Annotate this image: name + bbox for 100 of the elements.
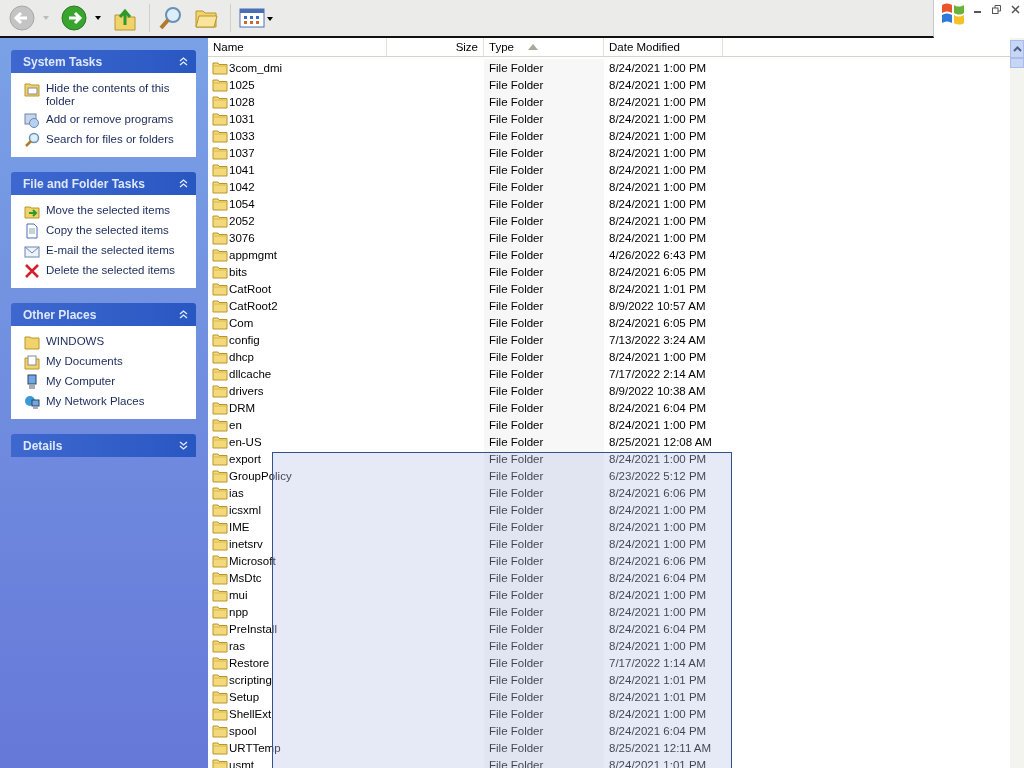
panel-title: File and Folder Tasks (23, 176, 145, 191)
date-modified: 7/17/2022 2:14 AM (609, 367, 706, 380)
folder-icon (212, 145, 228, 160)
file-name[interactable]: MsDtc (229, 571, 262, 584)
file-name[interactable]: Setup (229, 690, 260, 703)
date-modified: 8/24/2021 1:01 PM (609, 758, 707, 768)
task-link[interactable]: Hide the contents of this folder (46, 81, 189, 108)
caret-icon[interactable] (95, 16, 101, 20)
folder-icon (212, 621, 228, 636)
file-type: File Folder (489, 248, 544, 261)
task-link[interactable]: WINDOWS (46, 334, 105, 348)
column-header[interactable]: Date Modified (604, 38, 723, 56)
magnifier-icon (24, 132, 40, 148)
file-name[interactable]: ias (229, 486, 244, 499)
file-name[interactable]: CatRoot (229, 282, 272, 295)
file-name[interactable]: config (229, 333, 260, 346)
folder-icon (212, 587, 228, 602)
date-modified: 8/24/2021 1:00 PM (609, 112, 707, 125)
file-name[interactable]: 1025 (229, 78, 255, 91)
panel-header[interactable]: Other Places (11, 303, 196, 326)
file-name[interactable]: mui (229, 588, 248, 601)
file-name[interactable]: bits (229, 265, 247, 278)
file-name[interactable]: dllcache (229, 367, 272, 380)
file-type: File Folder (489, 95, 544, 108)
scroll-thumb[interactable] (1010, 58, 1024, 68)
file-name[interactable]: DRM (229, 401, 256, 414)
task-link[interactable]: Add or remove programs (46, 112, 174, 126)
file-name[interactable]: 3com_dmi (229, 61, 283, 74)
file-name[interactable]: drivers (229, 384, 264, 397)
file-name[interactable]: CatRoot2 (229, 299, 278, 312)
panel-header[interactable]: File and Folder Tasks (11, 172, 196, 195)
date-modified: 8/24/2021 6:04 PM (609, 401, 707, 414)
file-type: File Folder (489, 367, 544, 380)
folder-icon (212, 264, 228, 279)
file-name[interactable]: 1037 (229, 146, 255, 159)
task-link[interactable]: Search for files or folders (46, 132, 174, 146)
date-modified: 8/24/2021 1:00 PM (609, 503, 707, 516)
file-name[interactable]: 1041 (229, 163, 255, 176)
restore-button[interactable] (989, 2, 1004, 17)
file-name[interactable]: en-US (229, 435, 262, 448)
file-name[interactable]: 1033 (229, 129, 255, 142)
file-name[interactable]: 1031 (229, 112, 255, 125)
file-name[interactable]: Com (229, 316, 254, 329)
panel-header[interactable]: Details (11, 434, 196, 457)
expand-chevron-icon[interactable] (179, 441, 188, 450)
file-name[interactable]: ShellExt (229, 707, 272, 720)
windows-logo-icon (940, 2, 966, 26)
file-type: File Folder (489, 605, 544, 618)
task-link[interactable]: Delete the selected items (46, 263, 176, 277)
file-name[interactable]: inetsrv (229, 537, 263, 550)
file-name[interactable]: usmt (229, 758, 254, 768)
folder-icon (212, 655, 228, 670)
file-name[interactable]: 1028 (229, 95, 255, 108)
file-name[interactable]: icsxml (229, 503, 261, 516)
column-header[interactable]: Size (387, 38, 484, 56)
file-type: File Folder (489, 78, 544, 91)
date-modified: 8/24/2021 6:04 PM (609, 724, 707, 737)
file-name[interactable]: 2052 (229, 214, 255, 227)
file-name[interactable]: ras (229, 639, 245, 652)
file-name[interactable]: 1054 (229, 197, 255, 210)
file-name[interactable]: dhcp (229, 350, 254, 363)
collapse-chevron-icon[interactable] (179, 57, 188, 66)
column-header[interactable]: Name (208, 38, 387, 56)
file-name[interactable]: export (229, 452, 261, 465)
column-header[interactable]: Type (484, 38, 604, 56)
file-name[interactable]: IME (229, 520, 250, 533)
views-button[interactable] (237, 5, 275, 31)
file-type: File Folder (489, 384, 544, 397)
folder-icon (212, 536, 228, 551)
file-name[interactable]: appmgmt (229, 248, 277, 261)
file-name[interactable]: en (229, 418, 242, 431)
file-name[interactable]: Restore (229, 656, 270, 669)
sort-arrow-icon (527, 44, 538, 50)
file-type: File Folder (489, 724, 544, 737)
panel-header[interactable]: System Tasks (11, 50, 196, 73)
file-name[interactable]: 1042 (229, 180, 255, 193)
task-link[interactable]: My Network Places (46, 394, 145, 408)
forward-button[interactable] (59, 3, 89, 33)
task-link[interactable]: Copy the selected items (46, 223, 169, 237)
file-type: File Folder (489, 316, 544, 329)
collapse-chevron-icon[interactable] (179, 179, 188, 188)
folder-grid-icon (24, 81, 40, 97)
date-modified: 4/26/2022 6:43 PM (609, 248, 707, 261)
file-type: File Folder (489, 418, 544, 431)
collapse-chevron-icon[interactable] (179, 310, 188, 319)
scroll-up-button[interactable] (1010, 40, 1024, 58)
task-link[interactable]: Move the selected items (46, 203, 170, 217)
file-name[interactable]: spool (229, 724, 257, 737)
task-link[interactable]: My Documents (46, 354, 123, 368)
file-name[interactable]: 3076 (229, 231, 255, 244)
date-modified: 8/24/2021 1:01 PM (609, 282, 707, 295)
file-type: File Folder (489, 163, 544, 176)
folder-icon (212, 400, 228, 415)
task-link[interactable]: E-mail the selected items (46, 243, 175, 257)
scrollbar[interactable] (1010, 38, 1024, 768)
file-name[interactable]: scripting (229, 673, 272, 686)
file-name[interactable]: npp (229, 605, 249, 618)
folder-icon (212, 672, 228, 687)
folder-arrow-icon (24, 203, 40, 219)
task-link[interactable]: My Computer (46, 374, 116, 388)
